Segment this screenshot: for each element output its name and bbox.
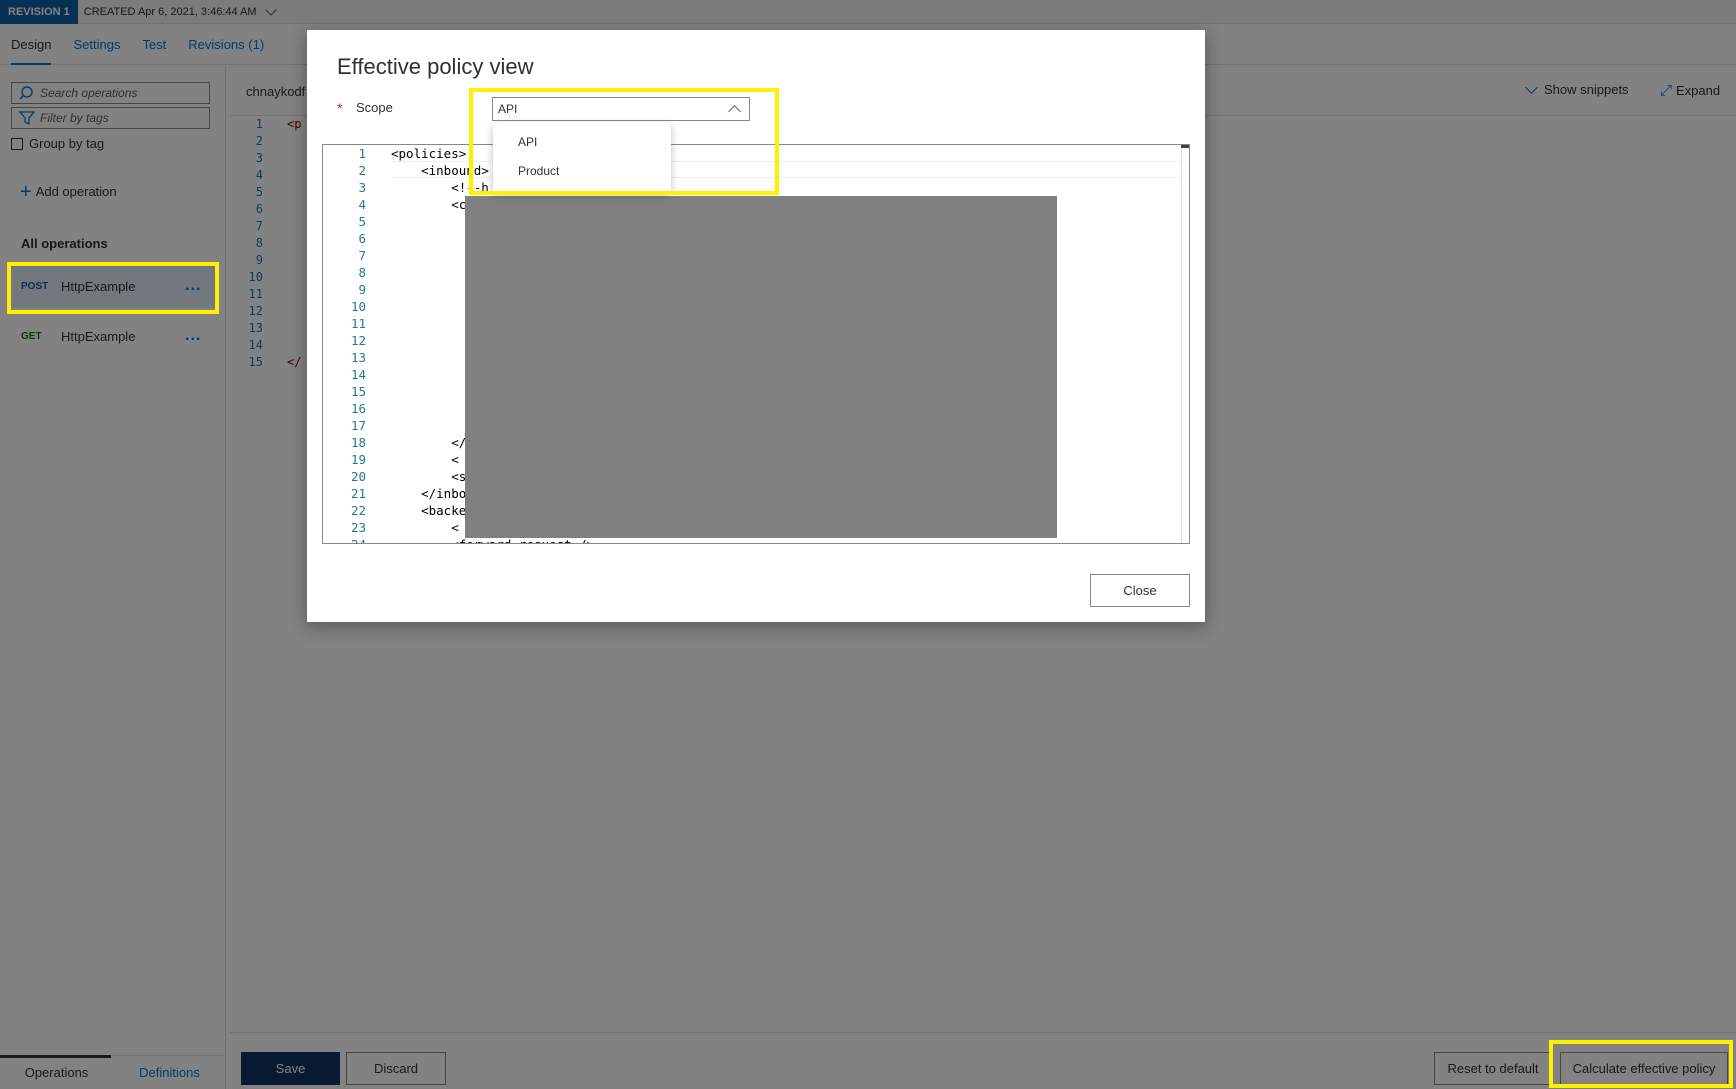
- scope-selected-value: API: [498, 102, 518, 116]
- line-number: 4: [358, 197, 366, 212]
- line-text: <s: [391, 469, 467, 484]
- line-number: 13: [350, 350, 366, 365]
- line-text: <: [391, 452, 459, 467]
- line-number: 1: [358, 146, 366, 161]
- line-number: 15: [350, 384, 366, 399]
- chevron-up-icon: [728, 105, 741, 118]
- line-number: 23: [350, 520, 366, 535]
- scope-label: Scope: [356, 100, 393, 115]
- dialog-title: Effective policy view: [337, 54, 534, 79]
- line-text: <inbound>: [391, 163, 489, 178]
- line-number: 24: [323, 536, 366, 543]
- line-number: 9: [358, 282, 366, 297]
- scope-option-api[interactable]: API: [493, 128, 671, 157]
- line-number: 7: [358, 248, 366, 263]
- line-text: <backe: [391, 503, 467, 518]
- line-number: 5: [358, 214, 366, 229]
- required-marker: *: [337, 100, 343, 116]
- code-scrollbar[interactable]: [1181, 145, 1189, 543]
- close-button[interactable]: Close: [1090, 574, 1190, 607]
- scope-dropdown-list: API Product: [493, 122, 671, 192]
- line-number: 16: [350, 401, 366, 416]
- line-number: 11: [350, 316, 366, 331]
- line-text: <c: [391, 197, 467, 212]
- line-text: <policies>: [391, 146, 467, 161]
- line-number: 10: [350, 299, 366, 314]
- line-number: 17: [350, 418, 366, 433]
- line-number: 14: [350, 367, 366, 382]
- line-number: 6: [358, 231, 366, 246]
- line-number: 8: [358, 265, 366, 280]
- line-number: 18: [350, 435, 366, 450]
- line-number: 2: [358, 163, 366, 178]
- line-text: </: [391, 435, 467, 450]
- line-number: 21: [350, 486, 366, 501]
- line-number: 12: [350, 333, 366, 348]
- line-number: 20: [350, 469, 366, 484]
- line-number: 22: [350, 503, 366, 518]
- scope-select[interactable]: API: [492, 97, 750, 121]
- line-text: </inbo: [391, 486, 467, 501]
- redacted-region: [465, 196, 1057, 538]
- scope-option-product[interactable]: Product: [493, 157, 671, 186]
- line-number: 3: [358, 180, 366, 195]
- line-text: <: [391, 520, 459, 535]
- line-number: 19: [350, 452, 366, 467]
